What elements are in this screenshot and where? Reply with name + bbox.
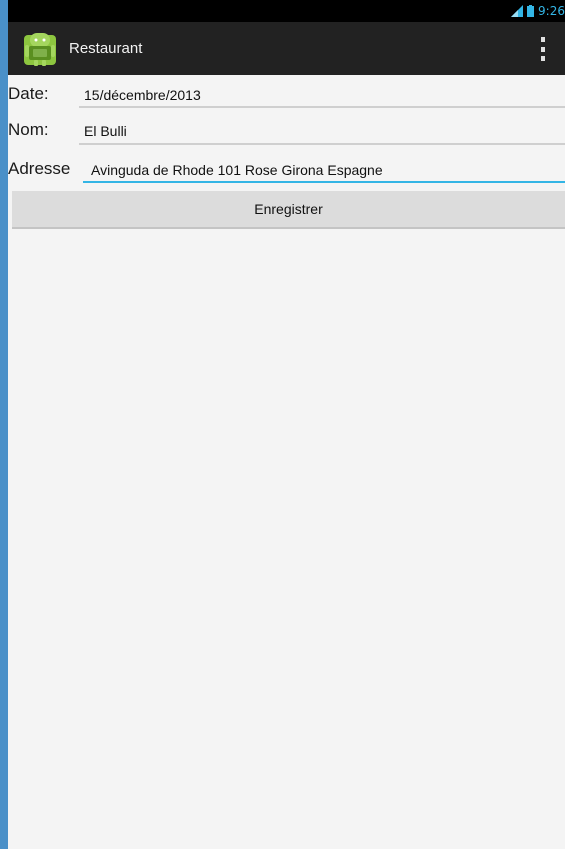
overflow-menu-icon[interactable] [537,37,549,61]
window-left-edge [0,0,8,849]
adresse-label: Adresse [8,159,71,178]
battery-icon [527,5,535,17]
menu-dot [541,46,545,52]
save-button[interactable]: Enregistrer [12,191,565,229]
date-field-underline [79,106,565,108]
adresse-row: Adresse [8,153,565,189]
status-clock: 9:26 [538,4,565,18]
action-bar: Restaurant [8,22,565,75]
nom-row: Nom: [8,116,565,152]
menu-dot [541,37,545,42]
nom-label: Nom: [8,120,49,139]
menu-dot [541,56,545,61]
status-icons: 9:26 [511,3,565,19]
date-row: Date: [8,80,565,116]
status-bar: 9:26 [8,0,565,22]
adresse-field-underline [83,181,565,183]
nom-field-underline [79,143,565,145]
android-app-icon[interactable] [22,31,58,67]
date-label: Date: [8,84,49,103]
signal-icon [511,5,524,17]
nom-field[interactable] [84,116,565,146]
app-screen: 9:26 Restaurant Date: Nom: [8,0,565,849]
app-title: Restaurant [69,40,143,57]
